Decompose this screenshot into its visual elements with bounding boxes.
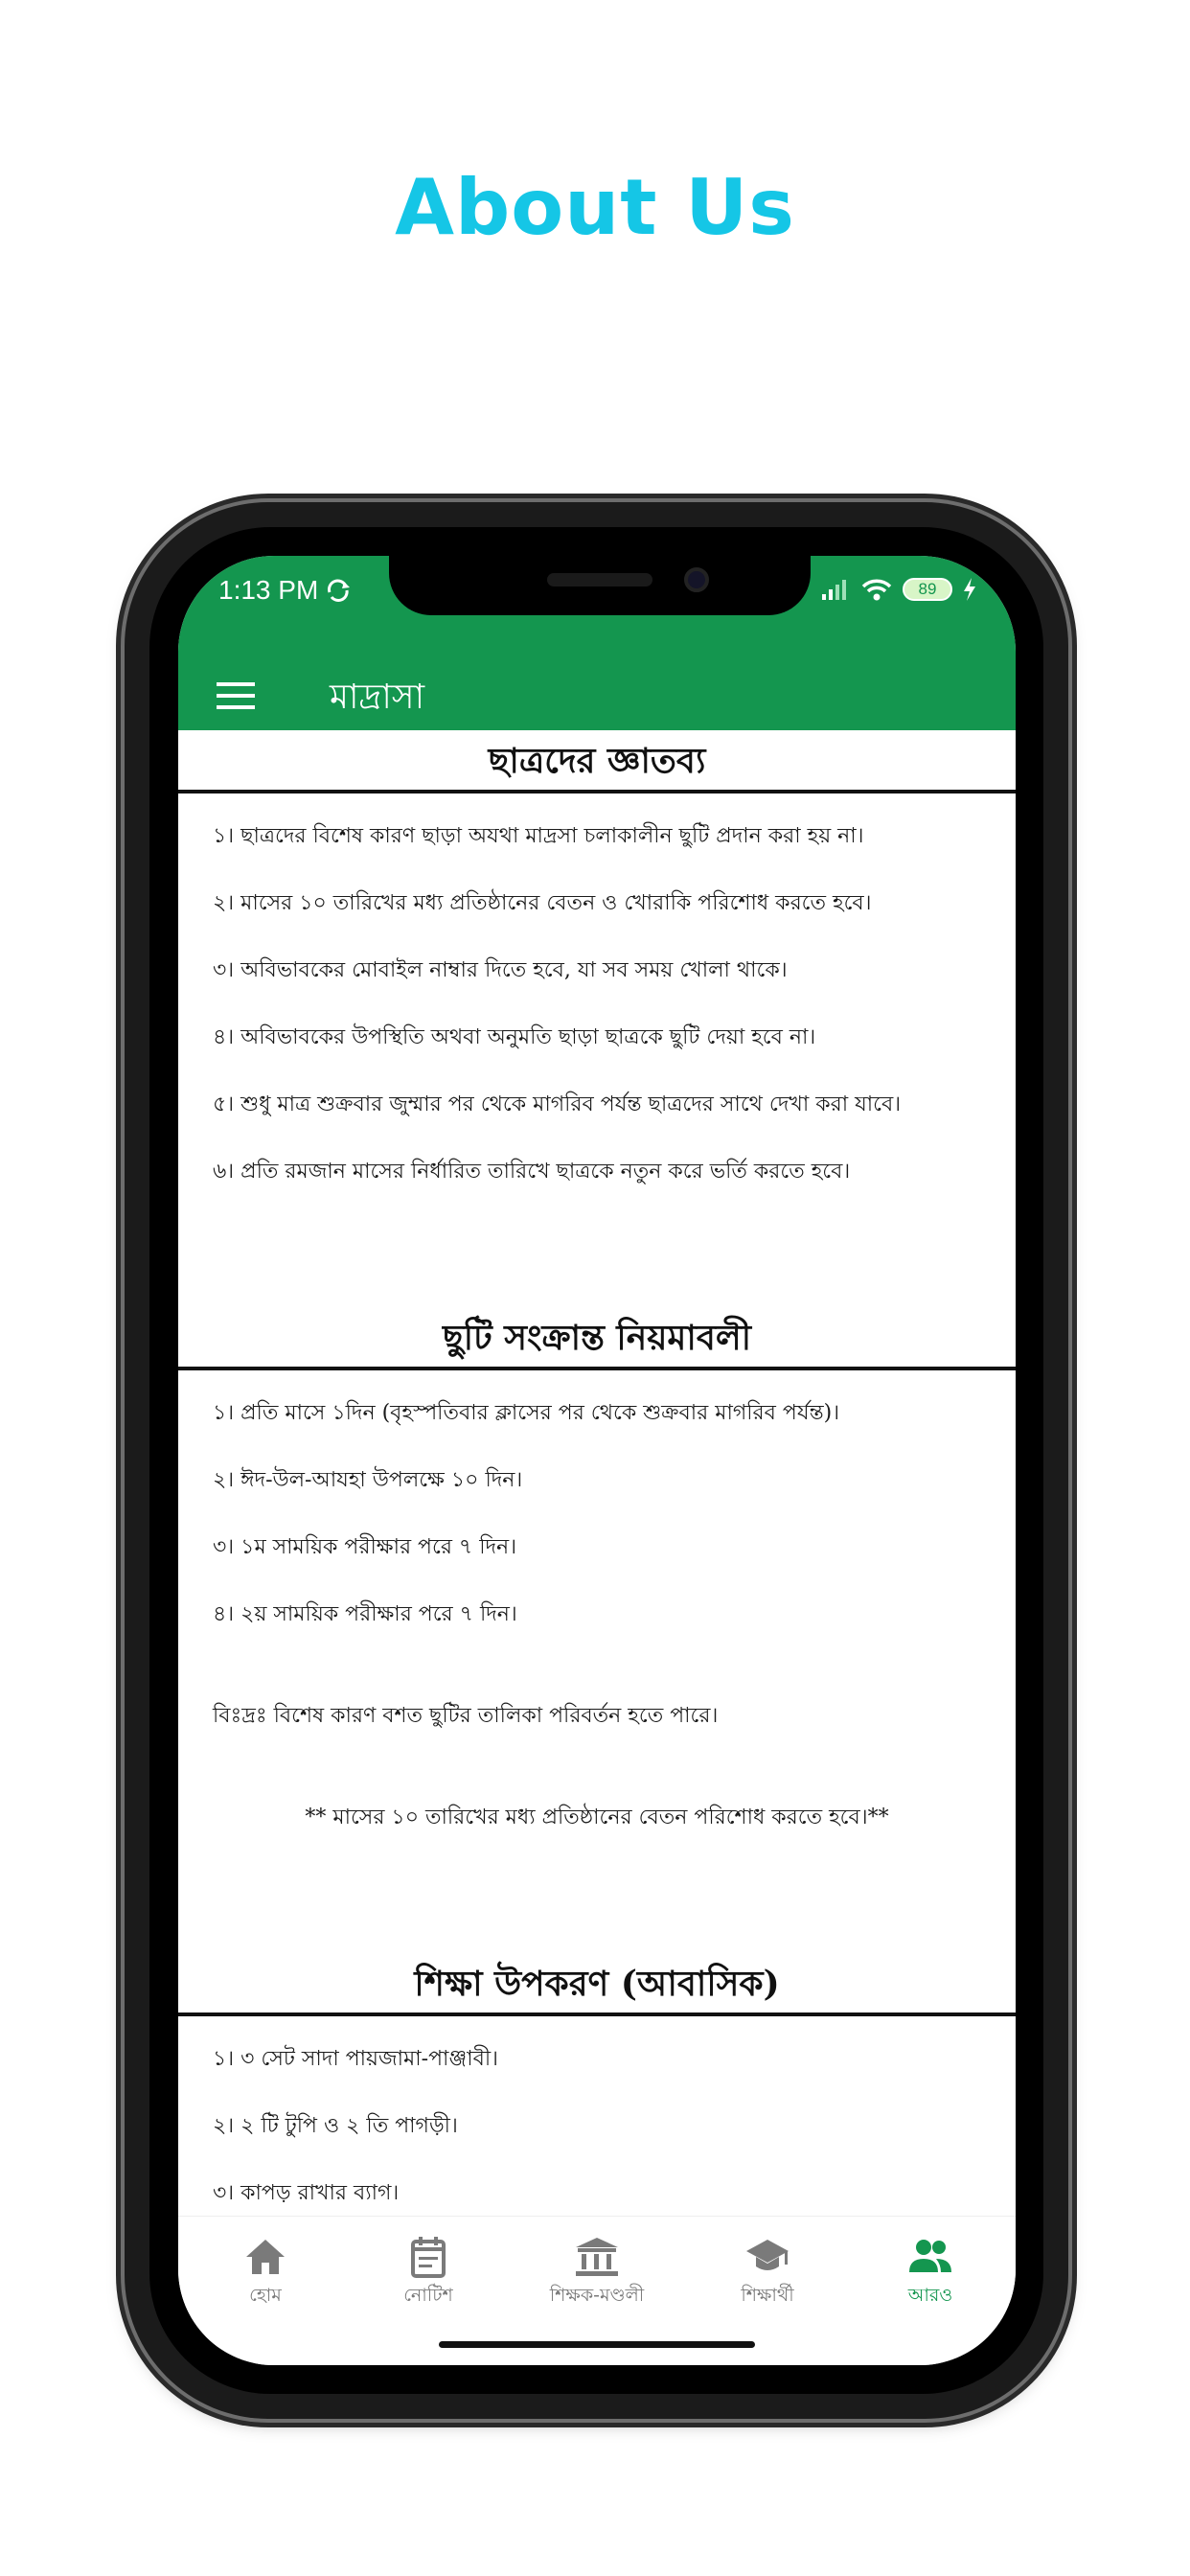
nav-item-teachers[interactable]: শিক্ষক-মণ্ডলী: [515, 2236, 678, 2322]
list-item: ৩। কাপড় রাখার ব্যাগ।: [213, 2181, 400, 2205]
nav-label: হোম: [249, 2285, 282, 2306]
list-item: ১। ৩ সেট সাদা পায়জামা-পাঞ্জাবী।: [213, 2047, 498, 2071]
nav-label: আরও: [907, 2285, 953, 2306]
status-time: 1:13 PM: [218, 575, 319, 605]
section-holiday-rules: ছুটি সংক্রান্ত নিয়মাবলী ১। প্রতি মাসে ১…: [178, 1307, 1016, 1871]
speaker-grille: [547, 573, 652, 586]
page-heading: About Us: [395, 163, 795, 252]
nav-item-students[interactable]: শিক্ষার্থী: [686, 2236, 849, 2322]
home-icon: [246, 2240, 285, 2274]
nav-item-more[interactable]: আরও: [849, 2236, 1012, 2322]
list-item: ২। ঈদ-উল-আযহা উপলক্ষে ১০ দিন।: [213, 1468, 523, 1492]
rule-list: ১। ছাত্রদের বিশেষ কারণ ছাড়া অযথা মাদ্রস…: [178, 794, 1016, 1225]
status-bar: 1:13 PM 89: [178, 556, 1016, 661]
phone-volume-up-button: [117, 862, 125, 987]
about-content[interactable]: ছাত্রদের জ্ঞাতব্য ১। ছাত্রদের বিশেষ কারণ…: [178, 730, 1016, 2216]
battery-icon: 89: [903, 578, 952, 601]
list-item: ৫। শুধু মাত্র শুক্রবার জুম্মার পর থেকে ম…: [213, 1092, 902, 1116]
list-item: ৩। ১ম সাময়িক পরীক্ষার পরে ৭ দিন।: [213, 1535, 517, 1559]
bottom-navigation: হোম নোটিশ শিক্ষক-মণ্ডলী শিক্ষার্থী আরও: [178, 2216, 1016, 2365]
list-item: ৪। ২য় সাময়িক পরীক্ষার পরে ৭ দিন।: [213, 1602, 517, 1626]
section-education-materials: শিক্ষা উপকরণ (আবাসিক) ১। ৩ সেট সাদা পায়…: [178, 1953, 1016, 2216]
list-item: ১। ছাত্রদের বিশেষ কারণ ছাড়া অযথা মাদ্রস…: [213, 824, 864, 848]
section-title: ছাত্রদের জ্ঞাতব্য: [488, 741, 706, 781]
notice-icon: [411, 2237, 446, 2278]
nav-label: শিক্ষার্থী: [741, 2285, 794, 2306]
list-item: ৪। অবিভাবকের উপস্থিতি অথবা অনুমতি ছাড়া …: [213, 1025, 816, 1049]
wifi-icon: [861, 579, 892, 601]
nav-label: নোটিশ: [403, 2285, 453, 2306]
list-item: ২। ২ টি টুপি ও ২ তি পাগড়ী।: [213, 2114, 458, 2138]
rule-list: ১। ৩ সেট সাদা পায়জামা-পাঞ্জাবী। ২। ২ টি…: [178, 2016, 1016, 2216]
section-title: ছুটি সংক্রান্ত নিয়মাবলী: [442, 1318, 751, 1358]
status-icons: 89: [820, 573, 977, 606]
nav-item-home[interactable]: হোম: [184, 2236, 347, 2322]
rule-list: ১। প্রতি মাসে ১দিন (বৃহস্পতিবার ক্লাসের …: [178, 1370, 1016, 1668]
home-indicator[interactable]: [439, 2341, 755, 2348]
charging-icon: [964, 578, 975, 601]
list-item: ৩। অবিভাবকের মোবাইল নাম্বার দিতে হবে, যা…: [213, 958, 788, 982]
graduation-cap-icon: [746, 2240, 789, 2270]
people-icon: [909, 2240, 951, 2272]
phone-volume-down-button: [117, 1021, 125, 1145]
phone-power-button: [1068, 901, 1076, 1102]
app-bar: মাদ্রাসা: [178, 661, 1016, 730]
section-student-notice: ছাত্রদের জ্ঞাতব্য ১। ছাত্রদের বিশেষ কারণ…: [178, 730, 1016, 1225]
nav-item-notice[interactable]: নোটিশ: [347, 2236, 510, 2322]
list-item: ৬। প্রতি রমজান মাসের নির্ধারিত তারিখে ছা…: [213, 1160, 851, 1184]
holiday-note: বিঃদ্রঃ বিশেষ কারণ বশত ছুটির তালিকা পরিব…: [213, 1704, 719, 1728]
list-item: ২। মাসের ১০ তারিখের মধ্য প্রতিষ্ঠানের বে…: [213, 891, 872, 915]
app-title: মাদ্রাসা: [330, 678, 425, 717]
signal-icon: [822, 580, 846, 600]
phone-mute-switch: [117, 738, 125, 805]
camera-notch: [389, 556, 811, 615]
hamburger-menu-icon[interactable]: [215, 678, 257, 713]
sync-icon: [328, 579, 350, 602]
section-title: শিক্ষা উপকরণ (আবাসিক): [414, 1964, 780, 2004]
nav-label: শিক্ষক-মণ্ডলী: [549, 2285, 645, 2306]
fee-reminder: ** মাসের ১০ তারিখের মধ্য প্রতিষ্ঠানের বে…: [305, 1806, 889, 1829]
institution-icon: [576, 2238, 618, 2276]
phone-screen: 1:13 PM 89 মাদ্রাসা ছাত্রদের জ্ঞাতব্য ১।…: [178, 556, 1016, 2365]
front-camera: [684, 567, 709, 592]
list-item: ১। প্রতি মাসে ১দিন (বৃহস্পতিবার ক্লাসের …: [213, 1401, 840, 1425]
